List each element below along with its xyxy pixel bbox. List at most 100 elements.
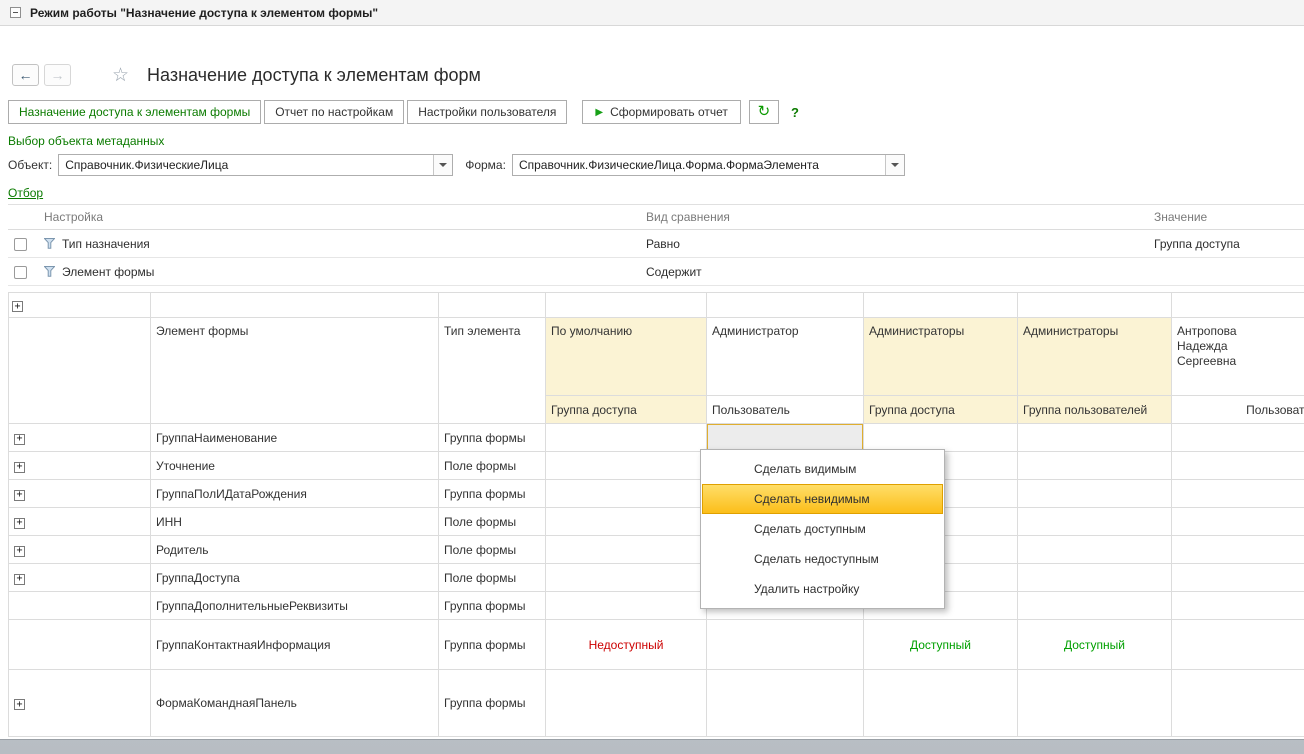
subheader-default[interactable]: Группа доступа xyxy=(546,396,707,424)
row-name-cell[interactable]: ФормаКоманднаяПанель xyxy=(151,670,439,737)
grid-cell[interactable] xyxy=(546,564,707,592)
row-type-cell[interactable]: Группа формы xyxy=(439,592,546,620)
tab-user-settings[interactable]: Настройки пользователя xyxy=(407,100,567,124)
object-combo-value[interactable]: Справочник.ФизическиеЛица xyxy=(59,155,433,175)
grid-cell[interactable] xyxy=(1018,592,1172,620)
expand-row-icon[interactable]: + xyxy=(14,518,25,529)
grid-cell[interactable] xyxy=(864,424,1018,452)
filter-row[interactable]: Тип назначения Равно Группа доступа xyxy=(8,230,1304,258)
menu-item-make-visible[interactable]: Сделать видимым xyxy=(702,454,943,484)
row-type-cell[interactable]: Поле формы xyxy=(439,508,546,536)
tab-settings-report[interactable]: Отчет по настройкам xyxy=(264,100,404,124)
row-type-cell[interactable]: Группа формы xyxy=(439,480,546,508)
row-type-cell[interactable]: Группа формы xyxy=(439,670,546,737)
grid-cell[interactable] xyxy=(1018,452,1172,480)
filter-value-cell[interactable] xyxy=(1148,258,1304,286)
menu-item-make-available[interactable]: Сделать доступным xyxy=(702,514,943,544)
collapse-window-icon[interactable] xyxy=(10,7,21,18)
column-header-administrator[interactable]: Администратор xyxy=(707,318,864,396)
grid-cell[interactable] xyxy=(1018,480,1172,508)
grid-cell[interactable] xyxy=(1172,592,1304,620)
row-name-cell[interactable]: Уточнение xyxy=(151,452,439,480)
row-name-cell[interactable]: ИНН xyxy=(151,508,439,536)
grid-cell[interactable] xyxy=(1018,536,1172,564)
grid-cell[interactable] xyxy=(546,670,707,737)
grid-cell[interactable] xyxy=(546,452,707,480)
form-combo-dropdown-button[interactable] xyxy=(885,155,904,175)
object-combo-dropdown-button[interactable] xyxy=(433,155,452,175)
grid-cell-selected[interactable] xyxy=(707,424,864,452)
column-header-default[interactable]: По умолчанию xyxy=(546,318,707,396)
form-combo-value[interactable]: Справочник.ФизическиеЛица.Форма.ФормаЭле… xyxy=(513,155,885,175)
filter-row-checkbox[interactable] xyxy=(14,266,27,279)
filter-comparison-cell[interactable]: Содержит xyxy=(640,258,1148,286)
subheader-administrator[interactable]: Пользователь xyxy=(707,396,864,424)
back-button[interactable]: ← xyxy=(12,64,39,86)
generate-report-button[interactable]: ▶ Сформировать отчет xyxy=(582,100,741,124)
column-header-element[interactable]: Элемент формы xyxy=(151,318,439,424)
grid-cell[interactable] xyxy=(546,480,707,508)
grid-cell[interactable] xyxy=(546,536,707,564)
grid-cell[interactable]: Доступный xyxy=(864,620,1018,670)
grid-row[interactable]: + Родитель Поле формы xyxy=(9,536,1304,564)
grid-cell[interactable] xyxy=(1172,424,1304,452)
grid-cell[interactable] xyxy=(1172,620,1304,670)
row-name-cell[interactable]: ГруппаКонтактнаяИнформация xyxy=(151,620,439,670)
filter-value-cell[interactable]: Группа доступа xyxy=(1148,230,1304,258)
grid-cell[interactable] xyxy=(546,592,707,620)
grid-cell[interactable] xyxy=(1172,670,1304,737)
expand-row-icon[interactable]: + xyxy=(14,434,25,445)
column-header-antropova[interactable]: Антропова Надежда Сергеевна xyxy=(1172,318,1304,396)
filter-comparison-cell[interactable]: Равно xyxy=(640,230,1148,258)
row-name-cell[interactable]: Родитель xyxy=(151,536,439,564)
grid-row[interactable]: + ИНН Поле формы xyxy=(9,508,1304,536)
row-name-cell[interactable]: ГруппаНаименование xyxy=(151,424,439,452)
filter-row-checkbox[interactable] xyxy=(14,238,27,251)
expand-row-icon[interactable]: + xyxy=(14,574,25,585)
grid-cell[interactable]: Недоступный xyxy=(546,620,707,670)
grid-cell[interactable] xyxy=(1172,452,1304,480)
grid-cell[interactable] xyxy=(1018,564,1172,592)
row-type-cell[interactable]: Поле формы xyxy=(439,564,546,592)
grid-cell[interactable]: Доступный xyxy=(1018,620,1172,670)
grid-cell[interactable] xyxy=(546,508,707,536)
column-header-administrators-1[interactable]: Администраторы xyxy=(864,318,1018,396)
refresh-button[interactable]: ↻ xyxy=(749,100,779,124)
metadata-object-link[interactable]: Выбор объекта метаданных xyxy=(8,134,164,148)
expand-row-icon[interactable]: + xyxy=(14,490,25,501)
help-link[interactable]: ? xyxy=(791,105,799,120)
expand-all-button[interactable]: + xyxy=(12,301,23,312)
grid-cell[interactable] xyxy=(546,424,707,452)
grid-row[interactable]: + ГруппаДоступа Поле формы xyxy=(9,564,1304,592)
filter-row[interactable]: Элемент формы Содержит xyxy=(8,258,1304,286)
column-header-administrators-2[interactable]: Администраторы xyxy=(1018,318,1172,396)
grid-cell[interactable] xyxy=(864,670,1018,737)
row-type-cell[interactable]: Группа формы xyxy=(439,424,546,452)
row-name-cell[interactable]: ГруппаДополнительныеРеквизиты xyxy=(151,592,439,620)
grid-cell[interactable] xyxy=(1172,536,1304,564)
row-type-cell[interactable]: Поле формы xyxy=(439,452,546,480)
expand-row-icon[interactable]: + xyxy=(14,462,25,473)
row-name-cell[interactable]: ГруппаДоступа xyxy=(151,564,439,592)
grid-cell[interactable] xyxy=(1018,424,1172,452)
expand-row-icon[interactable]: + xyxy=(14,546,25,557)
menu-item-delete-setting[interactable]: Удалить настройку xyxy=(702,574,943,604)
tab-access-assignment[interactable]: Назначение доступа к элементам формы xyxy=(8,100,261,124)
column-header-type[interactable]: Тип элемента xyxy=(439,318,546,424)
grid-row[interactable]: + Уточнение Поле формы xyxy=(9,452,1304,480)
grid-cell[interactable] xyxy=(1018,670,1172,737)
grid-row[interactable]: + ГруппаДополнительныеРеквизиты Группа ф… xyxy=(9,592,1304,620)
row-type-cell[interactable]: Группа формы xyxy=(439,620,546,670)
row-type-cell[interactable]: Поле формы xyxy=(439,536,546,564)
grid-row[interactable]: + ГруппаКонтактнаяИнформация Группа форм… xyxy=(9,620,1304,670)
subheader-antropova[interactable]: Пользователь xyxy=(1172,396,1304,424)
subheader-administrators-2[interactable]: Группа пользователей xyxy=(1018,396,1172,424)
menu-item-make-unavailable[interactable]: Сделать недоступным xyxy=(702,544,943,574)
grid-row[interactable]: + ФормаКоманднаяПанель Группа формы xyxy=(9,670,1304,737)
forward-button[interactable]: → xyxy=(44,64,71,86)
filter-section-link[interactable]: Отбор xyxy=(8,186,43,200)
menu-item-make-invisible[interactable]: Сделать невидимым xyxy=(702,484,943,514)
grid-cell[interactable] xyxy=(1172,564,1304,592)
row-name-cell[interactable]: ГруппаПолИДатаРождения xyxy=(151,480,439,508)
expand-row-icon[interactable]: + xyxy=(14,699,25,710)
